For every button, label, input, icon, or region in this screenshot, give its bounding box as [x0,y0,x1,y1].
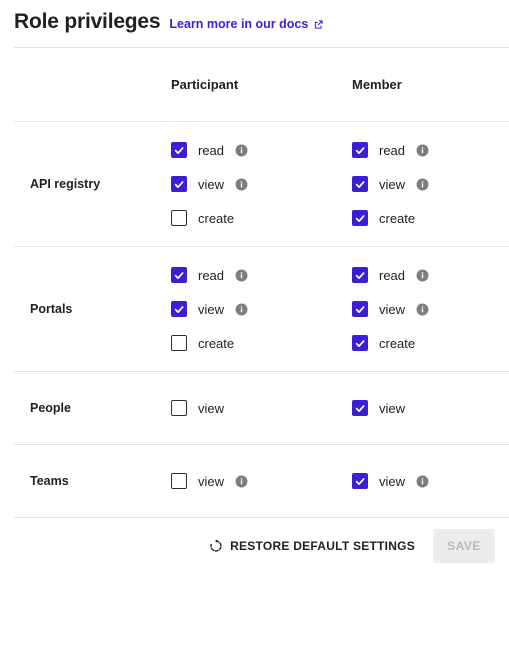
save-button[interactable]: SAVE [433,529,495,563]
checkbox-portals-member-read[interactable] [352,267,368,283]
checkbox-teams-participant-view[interactable] [171,473,187,489]
permission-label: read [379,267,406,283]
permission-item: view [171,299,352,319]
checkbox-api-registry-participant-create[interactable] [171,210,187,226]
permission-label: create [379,335,416,351]
permission-label: read [198,267,225,283]
checkbox-portals-participant-view[interactable] [171,301,187,317]
info-icon[interactable] [416,178,429,191]
footer-actions: RESTORE DEFAULT SETTINGS SAVE [0,518,509,574]
row-label-people: People [30,401,71,415]
info-icon[interactable] [235,269,248,282]
restore-button-label: RESTORE DEFAULT SETTINGS [230,539,415,553]
permission-label: view [198,301,225,317]
cell-teams-member: view [352,471,509,491]
cell-teams-participant: view [171,471,352,491]
cell-people-member: view [352,398,509,418]
docs-link-label: Learn more in our docs [169,17,309,31]
table-row: API registry read view create read view … [0,122,509,246]
permission-label: create [198,210,235,226]
info-icon[interactable] [235,144,248,157]
checkbox-api-registry-participant-read[interactable] [171,142,187,158]
external-link-icon [313,19,324,30]
permission-item: view [171,471,352,491]
info-icon[interactable] [416,269,429,282]
column-header-member: Member [352,77,402,92]
checkbox-portals-participant-read[interactable] [171,267,187,283]
permission-label: view [198,473,225,489]
permission-item: view [171,174,352,194]
cell-portals-member: read view create [352,265,509,353]
permission-item: create [171,333,352,353]
page-header: Role privileges Learn more in our docs [0,0,509,47]
permission-label: view [379,400,406,416]
permission-item: view [352,471,509,491]
permission-label: view [379,301,406,317]
permission-item: read [171,140,352,160]
permission-item: view [352,398,509,418]
restore-default-settings-button[interactable]: RESTORE DEFAULT SETTINGS [205,533,419,559]
checkbox-api-registry-member-create[interactable] [352,210,368,226]
checkbox-people-member-view[interactable] [352,400,368,416]
permission-label: read [198,142,225,158]
info-icon[interactable] [416,303,429,316]
permission-item: create [352,208,509,228]
permission-label: create [379,210,416,226]
table-row: Portals read view create read view creat… [0,247,509,371]
permission-label: view [379,473,406,489]
cell-api-registry-participant: read view create [171,140,352,228]
checkbox-teams-member-view[interactable] [352,473,368,489]
table-header-row: Participant Member [0,48,509,121]
info-icon[interactable] [235,178,248,191]
permission-label: read [379,142,406,158]
permission-item: read [352,265,509,285]
checkbox-people-participant-view[interactable] [171,400,187,416]
cell-portals-participant: read view create [171,265,352,353]
page-title: Role privileges [14,10,161,33]
learn-more-docs-link[interactable]: Learn more in our docs [169,17,324,31]
role-privileges-table: Participant Member API registry read vie… [0,48,509,518]
permission-item: view [352,174,509,194]
permission-label: create [198,335,235,351]
permission-item: create [352,333,509,353]
info-icon[interactable] [416,475,429,488]
checkbox-portals-member-create[interactable] [352,335,368,351]
info-icon[interactable] [235,475,248,488]
checkbox-api-registry-participant-view[interactable] [171,176,187,192]
permission-item: view [171,398,352,418]
permission-label: view [198,176,225,192]
checkbox-api-registry-member-view[interactable] [352,176,368,192]
row-label-api-registry: API registry [30,177,101,191]
row-label-portals: Portals [30,302,73,316]
row-label-teams: Teams [30,474,69,488]
permission-item: read [171,265,352,285]
cell-people-participant: view [171,398,352,418]
permission-item: create [171,208,352,228]
checkbox-portals-participant-create[interactable] [171,335,187,351]
permission-label: view [379,176,406,192]
checkbox-api-registry-member-read[interactable] [352,142,368,158]
permission-item: read [352,140,509,160]
info-icon[interactable] [416,144,429,157]
table-row: People view view [0,372,509,444]
permission-label: view [198,400,225,416]
checkbox-portals-member-view[interactable] [352,301,368,317]
column-header-participant: Participant [171,77,239,92]
restore-counterclockwise-icon [209,539,223,553]
permission-item: view [352,299,509,319]
cell-api-registry-member: read view create [352,140,509,228]
table-row: Teams view view [0,445,509,517]
info-icon[interactable] [235,303,248,316]
